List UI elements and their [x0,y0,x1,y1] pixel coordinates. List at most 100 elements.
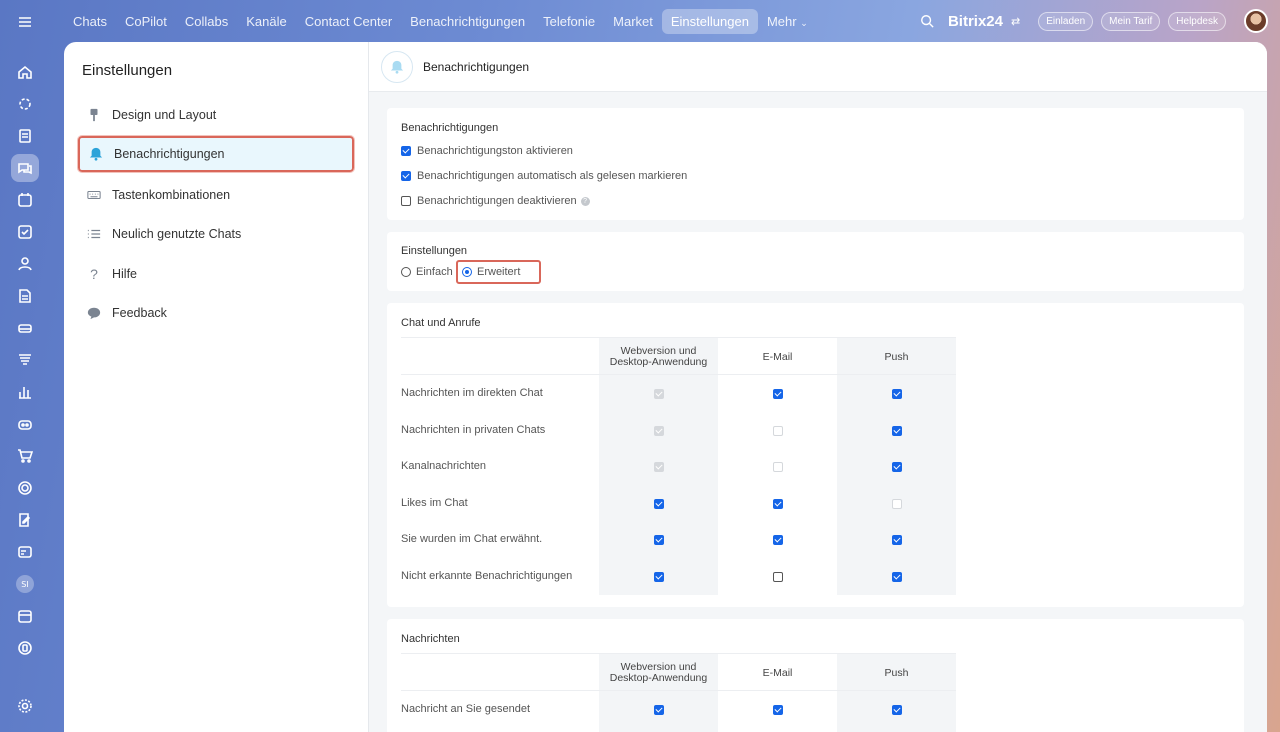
card-title: Nachrichten [401,633,460,645]
web-checkbox[interactable] [654,705,664,715]
card-title: Benachrichtigungen [401,122,499,134]
feed-icon[interactable] [11,122,39,150]
support-icon[interactable] [11,634,39,662]
search-icon[interactable] [920,14,934,28]
analytics-icon[interactable] [11,378,39,406]
sidebar-item-label: Neulich genutzte Chats [112,227,242,241]
nav-copilot[interactable]: CoPilot [116,9,176,34]
row-label: Nachrichten in privaten Chats [401,423,546,436]
email-checkbox [773,425,783,436]
push-checkbox[interactable] [892,535,902,546]
settings-content: Benachrichtigungen Benachrichtigungen Be… [369,42,1267,732]
documents-icon[interactable] [11,282,39,310]
messages-card: Nachrichten Webversion und Desktop-Anwen… [387,619,1244,732]
option-row[interactable]: Benachrichtigungston aktivieren [401,145,573,157]
chevron-down-icon: ⌄ [800,17,808,28]
menu-icon[interactable] [11,8,39,36]
col-web: Webversion und Desktop-Anwendung [609,661,708,684]
sidebar-item-label: Tastenkombinationen [112,188,231,202]
nav-einstellungen[interactable]: Einstellungen [661,8,758,34]
tariff-button[interactable]: Mein Tarif [1101,11,1161,31]
row-label: Nicht erkannte Benachrichtigungen [401,570,573,582]
option-row[interactable]: Benachrichtigungen deaktivieren ? [401,195,590,207]
push-checkbox[interactable] [892,389,902,399]
option-row[interactable]: Benachrichtigungen automatisch als geles… [401,170,687,182]
row-label: Kanalnachrichten [401,460,487,473]
top-right-area: Bitrix24 ⇄ Einladen Mein Tarif Helpdesk [920,0,1268,42]
brush-icon [86,108,102,122]
disable-checkbox[interactable] [401,196,411,206]
activity-icon[interactable] [11,90,39,118]
sidebar-item-design[interactable]: Design und Layout [78,97,354,133]
push-checkbox[interactable] [892,705,902,715]
nav-telefonie[interactable]: Telefonie [534,9,604,34]
cart-icon[interactable] [11,442,39,470]
nav-kanaele[interactable]: Kanäle [237,9,295,34]
list-icon [86,227,102,241]
sound-checkbox[interactable] [401,146,411,156]
content-header: Benachrichtigungen [369,42,1267,92]
mode-advanced-option[interactable]: Erweitert [462,266,520,278]
sidebar-item-feedback[interactable]: Feedback [78,295,354,331]
sidebar-item-label: Feedback [112,306,167,320]
push-checkbox[interactable] [892,572,902,582]
email-checkbox[interactable] [773,705,783,715]
web-checkbox [654,389,664,399]
filter-icon[interactable] [11,346,39,374]
email-checkbox[interactable] [773,572,783,582]
sidebar-item-help[interactable]: ? Hilfe [78,256,354,292]
auto-read-checkbox[interactable] [401,171,411,181]
card-icon[interactable] [11,538,39,566]
contacts-icon[interactable] [11,250,39,278]
nav-chats[interactable]: Chats [64,9,116,34]
sidebar-item-notifications[interactable]: Benachrichtigungen [77,135,355,173]
switch-icon[interactable]: ⇄ [1011,15,1020,28]
chat-bubble-icon [86,306,102,320]
email-checkbox[interactable] [773,498,783,509]
sidebar-item-shortcuts[interactable]: Tastenkombinationen [78,177,354,213]
tasks-icon[interactable] [11,218,39,246]
nav-collabs[interactable]: Collabs [176,9,237,34]
web-checkbox[interactable] [654,572,664,582]
help-icon[interactable]: ? [580,196,590,206]
settings-panel: Einstellungen Design und Layout Benachri… [64,42,1267,732]
web-checkbox [654,425,664,436]
top-nav: Chats CoPilot Collabs Kanäle Contact Cen… [64,8,817,34]
nav-market[interactable]: Market [604,9,662,34]
web-checkbox[interactable] [654,535,664,546]
settings-gear-icon[interactable] [11,692,39,720]
advanced-radio[interactable] [462,267,472,277]
nav-contact-center[interactable]: Contact Center [296,9,401,34]
sign-icon[interactable] [11,506,39,534]
email-checkbox[interactable] [773,535,783,546]
push-checkbox[interactable] [892,425,902,436]
sidebar-title: Einstellungen [82,62,173,79]
drive-icon[interactable] [11,314,39,342]
chat-icon[interactable] [11,154,39,182]
target-icon[interactable] [11,474,39,502]
helpdesk-button[interactable]: Helpdesk [1168,11,1226,31]
user-avatar[interactable] [1244,9,1268,33]
user-avatar-si[interactable]: SI [11,570,39,598]
simple-radio[interactable] [401,267,411,277]
sidebar-item-label: Benachrichtigungen [114,147,225,161]
invite-button[interactable]: Einladen [1038,11,1094,31]
col-push: Push [884,350,909,363]
row-label: Nachrichten im direkten Chat [401,387,543,399]
email-checkbox[interactable] [773,389,783,399]
planner-icon[interactable] [11,602,39,630]
home-icon[interactable] [11,58,39,86]
option-label: Benachrichtigungen automatisch als geles… [417,170,688,182]
robot-icon[interactable] [11,410,39,438]
nav-mehr[interactable]: Mehr ⌄ [758,9,817,34]
mode-card: Einstellungen Einfach Erweitert [387,232,1244,291]
web-checkbox [654,462,664,473]
web-checkbox[interactable] [654,498,664,509]
sidebar-item-label: Design und Layout [112,108,217,122]
sidebar-item-recent-chats[interactable]: Neulich genutzte Chats [78,216,354,252]
mode-simple-option[interactable]: Einfach [401,266,453,278]
col-email: E-Mail [762,350,793,363]
nav-benachrichtigungen[interactable]: Benachrichtigungen [401,9,534,34]
calendar-icon[interactable] [11,186,39,214]
push-checkbox[interactable] [892,462,902,473]
